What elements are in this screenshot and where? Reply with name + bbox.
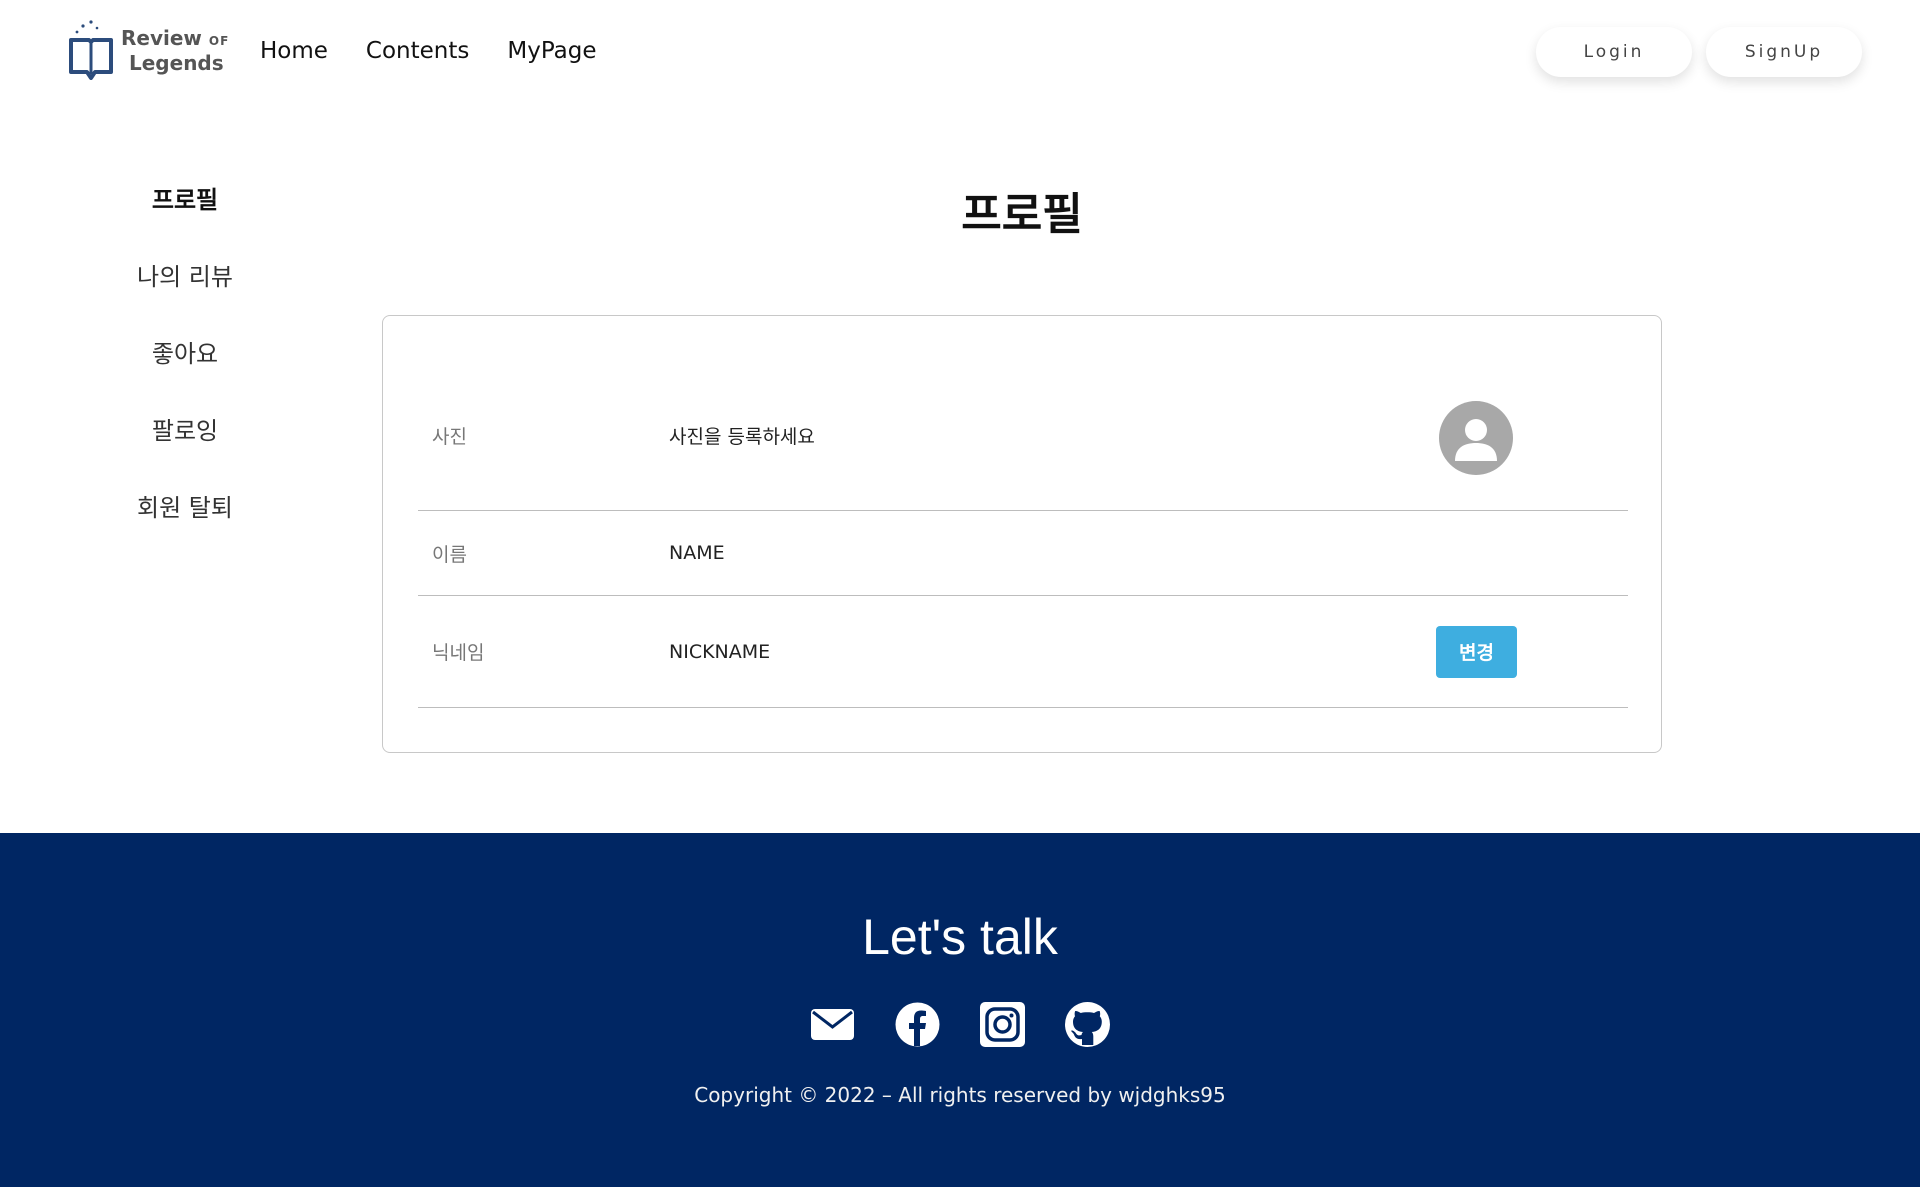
footer: Let's talk Copyright © 2022 – All rights…: [0, 833, 1920, 1187]
photo-label: 사진: [432, 426, 467, 448]
photo-prompt: 사진을 등록하세요: [669, 426, 815, 448]
login-button[interactable]: Login: [1536, 27, 1692, 77]
copyright-text: Copyright © 2022 – All rights reserved b…: [694, 1083, 1226, 1107]
profile-card: 사진 사진을 등록하세요 이름 NAME 닉네임 NICKNAME 변경: [382, 315, 1662, 753]
page-title: 프로필: [961, 189, 1083, 240]
sidebar-item-my-reviews[interactable]: 나의 리뷰: [110, 257, 260, 334]
github-icon[interactable]: [1064, 1001, 1111, 1048]
logo[interactable]: Review OF Legends: [67, 20, 229, 80]
signup-button[interactable]: SignUp: [1706, 27, 1862, 77]
mail-icon[interactable]: [809, 1001, 856, 1048]
footer-title: Let's talk: [862, 909, 1058, 965]
header: Review OF Legends Home Contents MyPage L…: [0, 0, 1920, 105]
mypage-sidebar: 프로필 나의 리뷰 좋아요 팔로잉 회원 탈퇴: [110, 180, 260, 565]
sidebar-item-withdraw[interactable]: 회원 탈퇴: [110, 488, 260, 565]
instagram-icon[interactable]: [979, 1001, 1026, 1048]
profile-row-photo: 사진 사진을 등록하세요: [418, 361, 1628, 511]
nav-contents[interactable]: Contents: [366, 38, 469, 64]
profile-row-nickname: 닉네임 NICKNAME 변경: [418, 596, 1628, 708]
profile-row-name: 이름 NAME: [418, 511, 1628, 596]
avatar-user-icon[interactable]: [1439, 401, 1513, 475]
social-links: [0, 1001, 1920, 1048]
logo-text: Review OF Legends: [121, 25, 230, 75]
name-label: 이름: [432, 543, 467, 566]
book-logo-icon: [67, 20, 115, 80]
nickname-label: 닉네임: [432, 642, 485, 664]
nickname-value: NICKNAME: [669, 640, 771, 663]
name-value: NAME: [669, 542, 725, 564]
sidebar-item-likes[interactable]: 좋아요: [110, 334, 260, 411]
sidebar-item-profile[interactable]: 프로필: [110, 180, 260, 257]
auth-buttons: Login SignUp: [1536, 27, 1862, 77]
facebook-icon[interactable]: [894, 1001, 941, 1048]
nav-mypage[interactable]: MyPage: [507, 38, 596, 64]
nav-home[interactable]: Home: [260, 38, 328, 64]
main-nav: Home Contents MyPage: [260, 38, 597, 64]
change-nickname-button[interactable]: 변경: [1436, 625, 1517, 678]
sidebar-item-following[interactable]: 팔로잉: [110, 411, 260, 488]
